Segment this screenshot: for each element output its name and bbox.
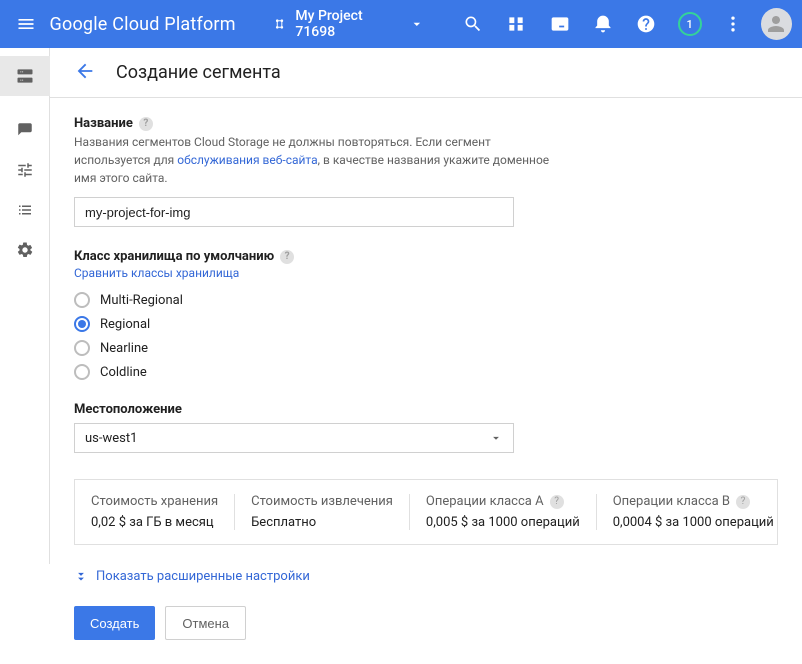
project-name: My Project 71698 (295, 8, 403, 40)
topbar: Google Cloud Platform My Project 71698 1 (0, 0, 802, 48)
project-selector[interactable]: My Project 71698 (266, 2, 433, 46)
radio-icon (74, 340, 90, 356)
bucket-name-input[interactable] (74, 197, 514, 227)
price-col: Операции класса B? 0,0004 $ за 1000 опер… (597, 494, 790, 530)
name-label: Название (74, 116, 133, 131)
sidebar (0, 48, 50, 564)
brand-label: Google Cloud Platform (50, 14, 236, 35)
storage-class-radios: Multi-Regional Regional Nearline Coldlin… (74, 288, 778, 384)
cloud-shell-button[interactable] (544, 8, 575, 40)
caret-down-icon (489, 431, 503, 445)
account-avatar[interactable] (761, 8, 792, 40)
create-bucket-form: Название ? Названия сегментов Cloud Stor… (50, 98, 802, 664)
help-icon[interactable]: ? (550, 495, 564, 509)
expand-icon (74, 570, 88, 584)
pricing-table: Стоимость хранения 0,02 $ за ГБ в месяц … (74, 479, 778, 545)
more-vert-icon (723, 14, 743, 34)
notifications-badge[interactable]: 1 (674, 8, 705, 40)
back-button[interactable] (74, 60, 96, 86)
radio-icon (74, 316, 90, 332)
page-header: Создание сегмента (50, 48, 802, 98)
caret-down-icon (409, 16, 425, 32)
sidebar-item-transfer[interactable] (0, 110, 50, 150)
cloud-shell-icon (550, 14, 570, 34)
sidebar-item-settings-list[interactable] (0, 190, 50, 230)
price-col: Стоимость извлечения Бесплатно (235, 494, 410, 530)
radio-multi-regional[interactable]: Multi-Regional (74, 288, 778, 312)
help-icon[interactable]: ? (736, 495, 750, 509)
class-label-row: Класс хранилища по умолчанию ? (74, 249, 778, 264)
help-icon[interactable]: ? (139, 117, 153, 131)
gift-button[interactable] (500, 8, 531, 40)
help-icon (636, 14, 656, 34)
radio-nearline[interactable]: Nearline (74, 336, 778, 360)
website-hosting-link[interactable]: обслуживания веб-сайта (177, 153, 317, 167)
price-col: Операции класса А? 0,005 $ за 1000 опера… (410, 494, 597, 530)
location-label: Местоположение (74, 402, 778, 417)
help-icon[interactable]: ? (280, 250, 294, 264)
arrow-back-icon (74, 60, 96, 82)
compare-classes-link[interactable]: Сравнить классы хранилища (74, 266, 778, 280)
more-button[interactable] (717, 8, 748, 40)
hamburger-menu[interactable] (14, 12, 38, 36)
person-icon (764, 12, 788, 36)
project-icon (274, 16, 290, 32)
show-advanced-settings[interactable]: Показать расширенные настройки (74, 569, 778, 584)
radio-coldline[interactable]: Coldline (74, 360, 778, 384)
class-label: Класс хранилища по умолчанию (74, 249, 274, 264)
badge-count: 1 (678, 12, 702, 36)
form-actions: Создать Отмена (74, 606, 778, 640)
cancel-button[interactable]: Отмена (165, 606, 246, 640)
bell-icon (593, 14, 613, 34)
gift-icon (506, 14, 526, 34)
sidebar-item-transfer-appliance[interactable] (0, 150, 50, 190)
help-button[interactable] (631, 8, 662, 40)
create-button[interactable]: Создать (74, 606, 155, 640)
search-icon (463, 14, 483, 34)
search-button[interactable] (457, 8, 488, 40)
sidebar-item-browser[interactable] (0, 56, 50, 96)
page-title: Создание сегмента (116, 62, 281, 83)
name-desc: Названия сегментов Cloud Storage не долж… (74, 133, 554, 187)
price-col: Стоимость хранения 0,02 $ за ГБ в месяц (75, 494, 235, 530)
radio-icon (74, 364, 90, 380)
sidebar-item-settings[interactable] (0, 230, 50, 270)
name-label-row: Название ? (74, 116, 778, 131)
radio-regional[interactable]: Regional (74, 312, 778, 336)
notifications-button[interactable] (587, 8, 618, 40)
location-select[interactable]: us-west1 (74, 423, 514, 453)
location-value: us-west1 (85, 431, 137, 446)
page-body: Создание сегмента Название ? Названия се… (50, 48, 802, 664)
radio-icon (74, 292, 90, 308)
